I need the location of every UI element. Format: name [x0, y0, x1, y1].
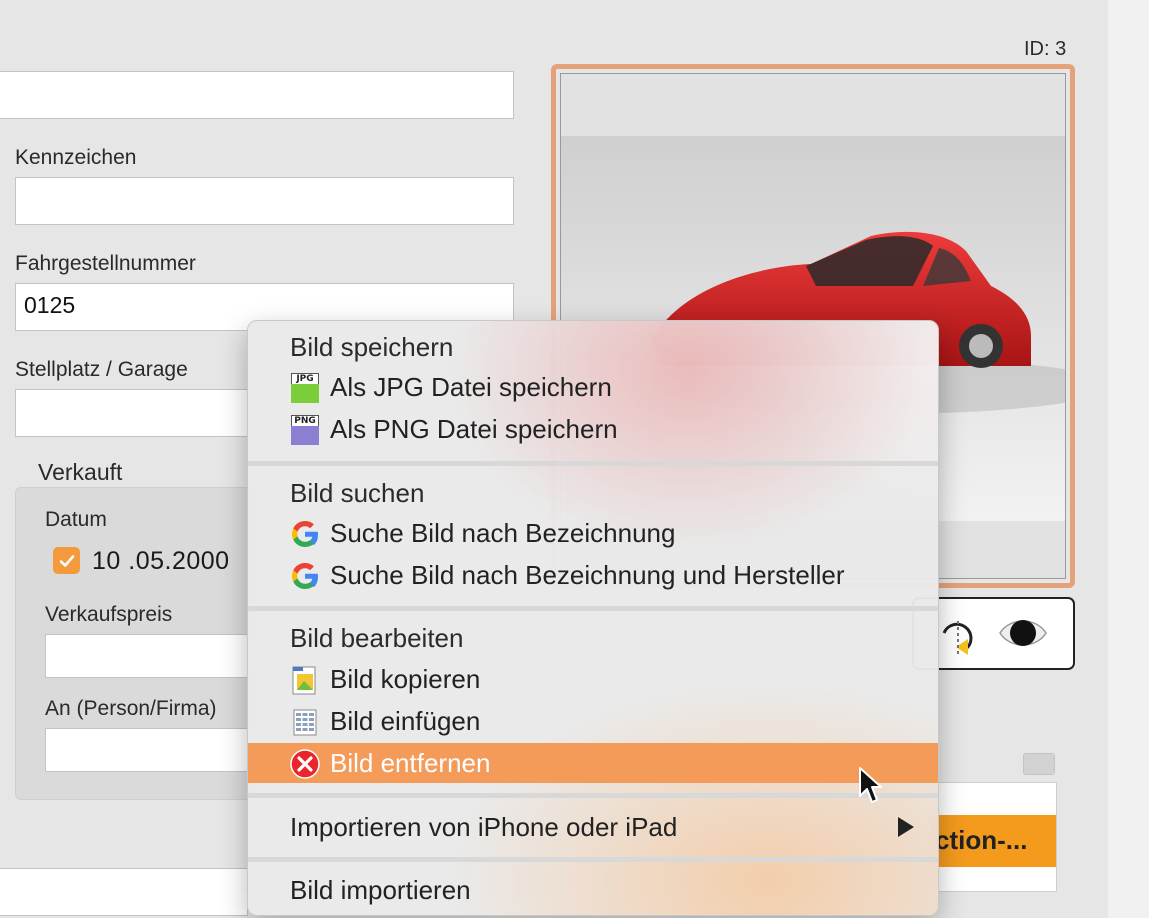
an-person-label: An (Person/Firma) — [45, 697, 217, 720]
fahrgestellnummer-label: Fahrgestellnummer — [15, 252, 196, 275]
menu-item-label: Bild entfernen — [330, 748, 491, 778]
datum-checkbox[interactable] — [53, 547, 80, 574]
verkaufspreis-field[interactable] — [45, 634, 255, 678]
menu-item-save-jpg[interactable]: JPG Als JPG Datei speichern — [248, 367, 938, 407]
data-table: ction-... — [930, 782, 1057, 892]
menu-item-label: Bild einfügen — [330, 706, 481, 736]
menu-item-copy-image[interactable]: Bild kopieren — [248, 659, 938, 699]
menu-item-label: Suche Bild nach Bezeichnung und Herstell… — [330, 560, 845, 590]
menu-item-paste-image[interactable]: Bild einfügen — [248, 701, 938, 741]
menu-separator — [248, 857, 938, 862]
copy-image-icon — [292, 666, 316, 695]
google-icon — [292, 563, 318, 589]
menu-item-label: Bild kopieren — [330, 664, 481, 694]
top-text-field[interactable] — [0, 71, 514, 119]
menu-item-search-name-maker[interactable]: Suche Bild nach Bezeichnung und Herstell… — [248, 555, 938, 595]
datum-label: Datum — [45, 508, 107, 531]
submenu-arrow-icon — [898, 817, 914, 837]
rotate-icon[interactable] — [936, 609, 980, 659]
menu-item-import-device[interactable]: Importieren von iPhone oder iPad — [248, 807, 938, 847]
right-scroll-area — [1108, 0, 1149, 918]
record-id: ID: 3 — [1024, 38, 1067, 60]
menu-header-search: Bild suchen — [290, 478, 425, 508]
verkauft-group-title: Verkauft — [38, 459, 123, 485]
datum-value[interactable]: 10 .05.2000 — [92, 547, 230, 576]
menu-separator — [248, 606, 938, 611]
table-row[interactable]: ction-... — [931, 815, 1056, 867]
small-toggle-button[interactable] — [1023, 753, 1055, 775]
jpg-file-icon: JPG — [289, 372, 321, 404]
remove-icon — [290, 749, 320, 779]
menu-item-import-image[interactable]: Bild importieren — [248, 870, 938, 910]
menu-header-save: Bild speichern — [290, 332, 454, 362]
menu-item-search-name[interactable]: Suche Bild nach Bezeichnung — [248, 513, 938, 553]
eye-icon[interactable] — [998, 613, 1048, 653]
menu-item-label: Als JPG Datei speichern — [330, 372, 612, 402]
stellplatz-label: Stellplatz / Garage — [15, 358, 188, 381]
menu-item-label: Importieren von iPhone oder iPad — [290, 812, 678, 842]
menu-item-label: Suche Bild nach Bezeichnung — [330, 518, 676, 548]
an-person-field[interactable] — [45, 728, 255, 772]
menu-item-save-png[interactable]: PNG Als PNG Datei speichern — [248, 409, 938, 449]
menu-separator — [248, 461, 938, 466]
menu-separator — [248, 793, 938, 798]
verkaufspreis-label: Verkaufspreis — [45, 603, 173, 626]
png-file-icon: PNG — [289, 414, 321, 446]
bottom-text-field[interactable] — [0, 868, 248, 916]
checkmark-icon — [59, 554, 74, 567]
stellplatz-field[interactable] — [15, 389, 255, 437]
context-menu: Bild speichern JPG Als JPG Datei speiche… — [247, 320, 939, 916]
app-window: Kennzeichen Fahrgestellnummer 0125 Stell… — [0, 0, 1149, 918]
kennzeichen-label: Kennzeichen — [15, 146, 137, 169]
paste-image-icon — [293, 709, 317, 736]
mouse-cursor-icon — [859, 767, 882, 803]
google-icon — [292, 521, 318, 547]
kennzeichen-field[interactable] — [15, 177, 514, 225]
menu-item-remove-image[interactable]: Bild entfernen — [248, 743, 938, 783]
menu-item-label: Bild importieren — [290, 875, 471, 905]
menu-item-label: Als PNG Datei speichern — [330, 414, 618, 444]
menu-header-edit: Bild bearbeiten — [290, 623, 464, 653]
